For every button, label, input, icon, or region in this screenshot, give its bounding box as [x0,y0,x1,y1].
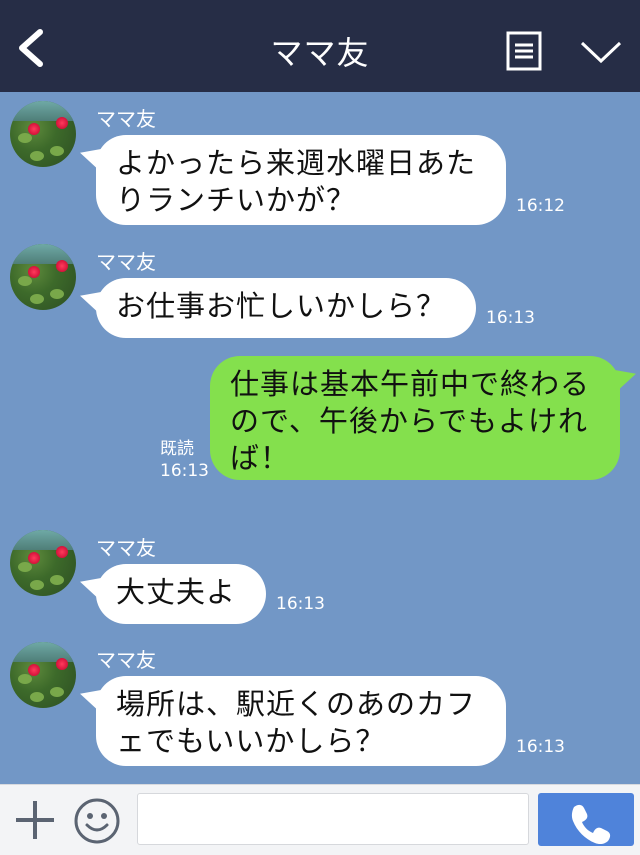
message-line: 場所は、駅近くのあのカフ [116,687,477,721]
message-time: 16:13 [486,308,535,328]
message-line: りランチいかが？ [116,183,357,217]
avatar[interactable] [10,642,76,708]
message-time: 16:13 [160,461,209,481]
sender-name: ママ友 [96,250,156,274]
input-bar [0,784,640,855]
message-line: 大丈夫よ [116,575,237,609]
chat-header: ママ友 [0,0,640,92]
read-receipt: 既読 16:13 [160,438,209,482]
avatar[interactable] [10,244,76,310]
message-bubble[interactable]: 場所は、駅近くのあのカフ ェでもいいかしら？ [96,676,506,766]
message-input[interactable] [137,793,529,845]
chevron-down-icon[interactable] [580,40,622,64]
message-bubble[interactable]: お仕事お忙しいかしら？ [96,278,476,338]
message-line: 仕事は基本午前中で終わる [230,367,591,401]
message-line: よかったら来週水曜日あた [116,146,477,180]
message-time: 16:13 [276,594,325,614]
call-button[interactable] [538,793,634,846]
message-bubble[interactable]: 仕事は基本午前中で終わる ので、午後からでもよけれ ば！ [210,356,620,480]
smile-icon[interactable] [73,797,121,845]
message-bubble[interactable]: よかったら来週水曜日あた りランチいかが？ [96,135,506,225]
sender-name: ママ友 [96,107,156,131]
message-time: 16:12 [516,196,565,216]
read-label: 既読 [160,439,194,459]
message-line: ば！ [230,441,291,475]
chat-title: ママ友 [270,34,370,72]
phone-icon [571,804,611,845]
plus-icon[interactable] [14,799,56,841]
list-icon[interactable] [506,31,542,71]
sender-name: ママ友 [96,536,156,560]
message-bubble[interactable]: 大丈夫よ [96,564,266,624]
avatar[interactable] [10,530,76,596]
message-line: ェでもいいかしら？ [116,724,386,758]
avatar[interactable] [10,101,76,167]
message-time: 16:13 [516,737,565,757]
message-line: ので、午後からでもよけれ [230,404,588,438]
message-line: お仕事お忙しいかしら？ [116,289,447,323]
sender-name: ママ友 [96,648,156,672]
